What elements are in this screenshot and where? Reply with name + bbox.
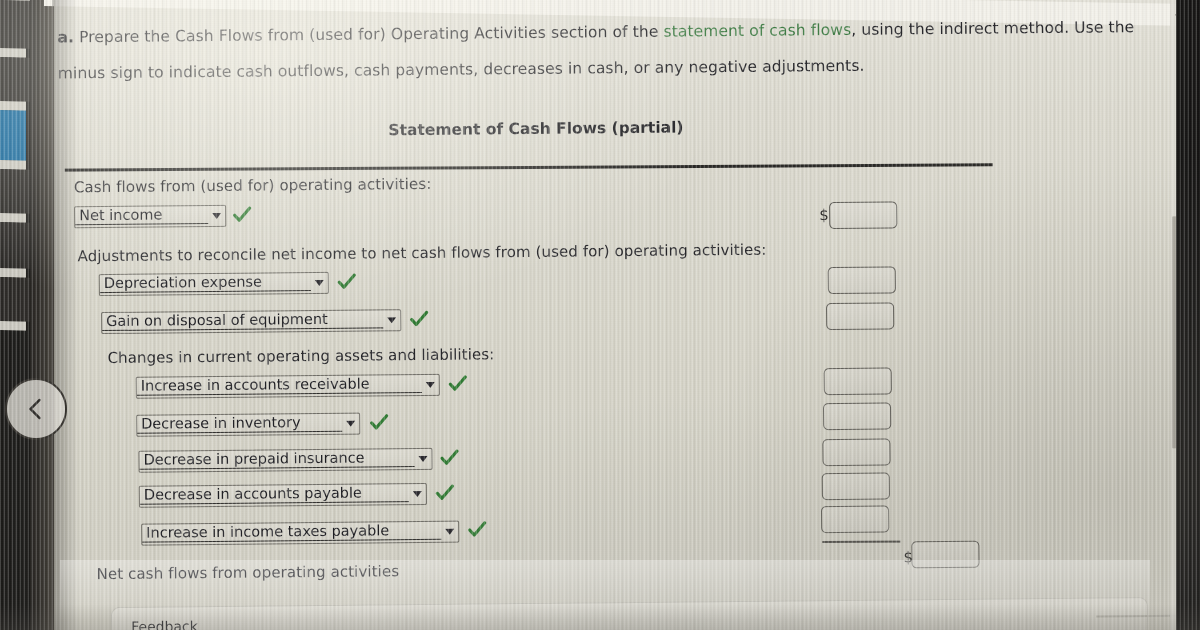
section-header-operating: Cash flows from (used for) operating act… [73,174,432,197]
changes-header: Changes in current operating assets and … [107,345,495,368]
dropdown-depreciation-expense[interactable]: Depreciation expense [98,271,329,297]
dropdown-prepaid-insurance[interactable]: Decrease in prepaid insurance [138,447,433,473]
dropdown-income-taxes-payable[interactable]: Increase in income taxes payable [141,520,460,546]
chevron-down-icon[interactable] [414,455,431,462]
input-depreciation-amount[interactable] [827,266,896,295]
check-icon-accounts-payable [435,483,455,503]
question-text-b: , using the indirect method. Use the [851,18,1135,39]
input-net-cash-flows-amount[interactable] [911,540,980,569]
chevron-down-icon[interactable] [311,279,328,286]
check-icon-inventory [369,412,389,432]
input-accounts-receivable-amount[interactable] [823,367,892,396]
chevron-left-icon [29,398,41,420]
dropdown-accounts-receivable[interactable]: Increase in accounts receivable [135,373,440,399]
chevron-down-icon[interactable] [208,212,225,219]
chevron-down-icon[interactable] [422,381,439,388]
dropdown-gain-on-disposal[interactable]: Gain on disposal of equipment [101,309,402,335]
question-line-1: a. Prepare the Cash Flows from (used for… [57,18,1172,48]
input-income-taxes-amount[interactable] [820,505,890,534]
question-text-a: Prepare the Cash Flows from (used for) O… [73,22,664,47]
dropdown-prepaid-insurance-label: Decrease in prepaid insurance [139,451,415,470]
dollar-sign-net-income: $ [819,206,829,225]
dropdown-inventory[interactable]: Decrease in inventory [136,412,361,437]
dropdown-gain-on-disposal-label: Gain on disposal of equipment [102,312,384,332]
input-accounts-payable-amount[interactable] [821,472,890,501]
screen-bezel-right [1176,0,1200,630]
assignment-content: a. Prepare the Cash Flows from (used for… [0,0,1200,630]
check-icon-depreciation-expense [337,272,357,292]
subtotal-divider [822,540,901,543]
check-icon-prepaid-insurance [439,448,459,468]
question-line-2: minus sign to indicate cash outflows, ca… [57,56,865,83]
feedback-label[interactable]: Feedback [131,619,198,630]
check-icon-gain-on-disposal [409,309,429,329]
adjustments-header: Adjustments to reconcile net income to n… [77,240,767,266]
dropdown-income-taxes-payable-label: Increase in income taxes payable [142,523,442,543]
input-prepaid-insurance-amount[interactable] [822,438,891,467]
dropdown-inventory-label: Decrease in inventory [137,415,343,434]
chevron-down-icon[interactable] [383,317,400,324]
statement-of-cash-flows-link[interactable]: statement of cash flows [663,21,851,41]
photographed-screen: a. Prepare the Cash Flows from (used for… [0,0,1200,630]
feedback-panel[interactable] [110,597,1149,630]
input-inventory-amount[interactable] [823,402,892,431]
dropdown-depreciation-expense-label: Depreciation expense [99,275,311,294]
dropdown-net-income[interactable]: Net income [74,204,227,229]
dropdown-accounts-receivable-label: Increase in accounts receivable [136,376,422,396]
question-marker: a. [57,28,75,47]
header-divider [64,163,993,172]
check-icon-accounts-receivable [448,374,468,394]
check-icon-net-income [232,205,252,225]
input-net-income-amount[interactable] [829,201,898,230]
dropdown-accounts-payable-label: Decrease in accounts payable [139,486,409,505]
net-cash-flows-label: Net cash flows from operating activities [96,562,400,584]
input-gain-on-disposal-amount[interactable] [826,302,895,331]
dropdown-net-income-label: Net income [75,208,209,226]
dropdown-accounts-payable[interactable]: Decrease in accounts payable [138,482,427,508]
check-icon-income-taxes-payable [467,519,487,539]
page-title: Statement of Cash Flows (partial) [388,118,684,140]
back-button[interactable] [5,378,67,440]
chevron-down-icon[interactable] [441,528,458,535]
chevron-down-icon[interactable] [409,490,426,498]
chevron-down-icon[interactable] [342,420,359,427]
